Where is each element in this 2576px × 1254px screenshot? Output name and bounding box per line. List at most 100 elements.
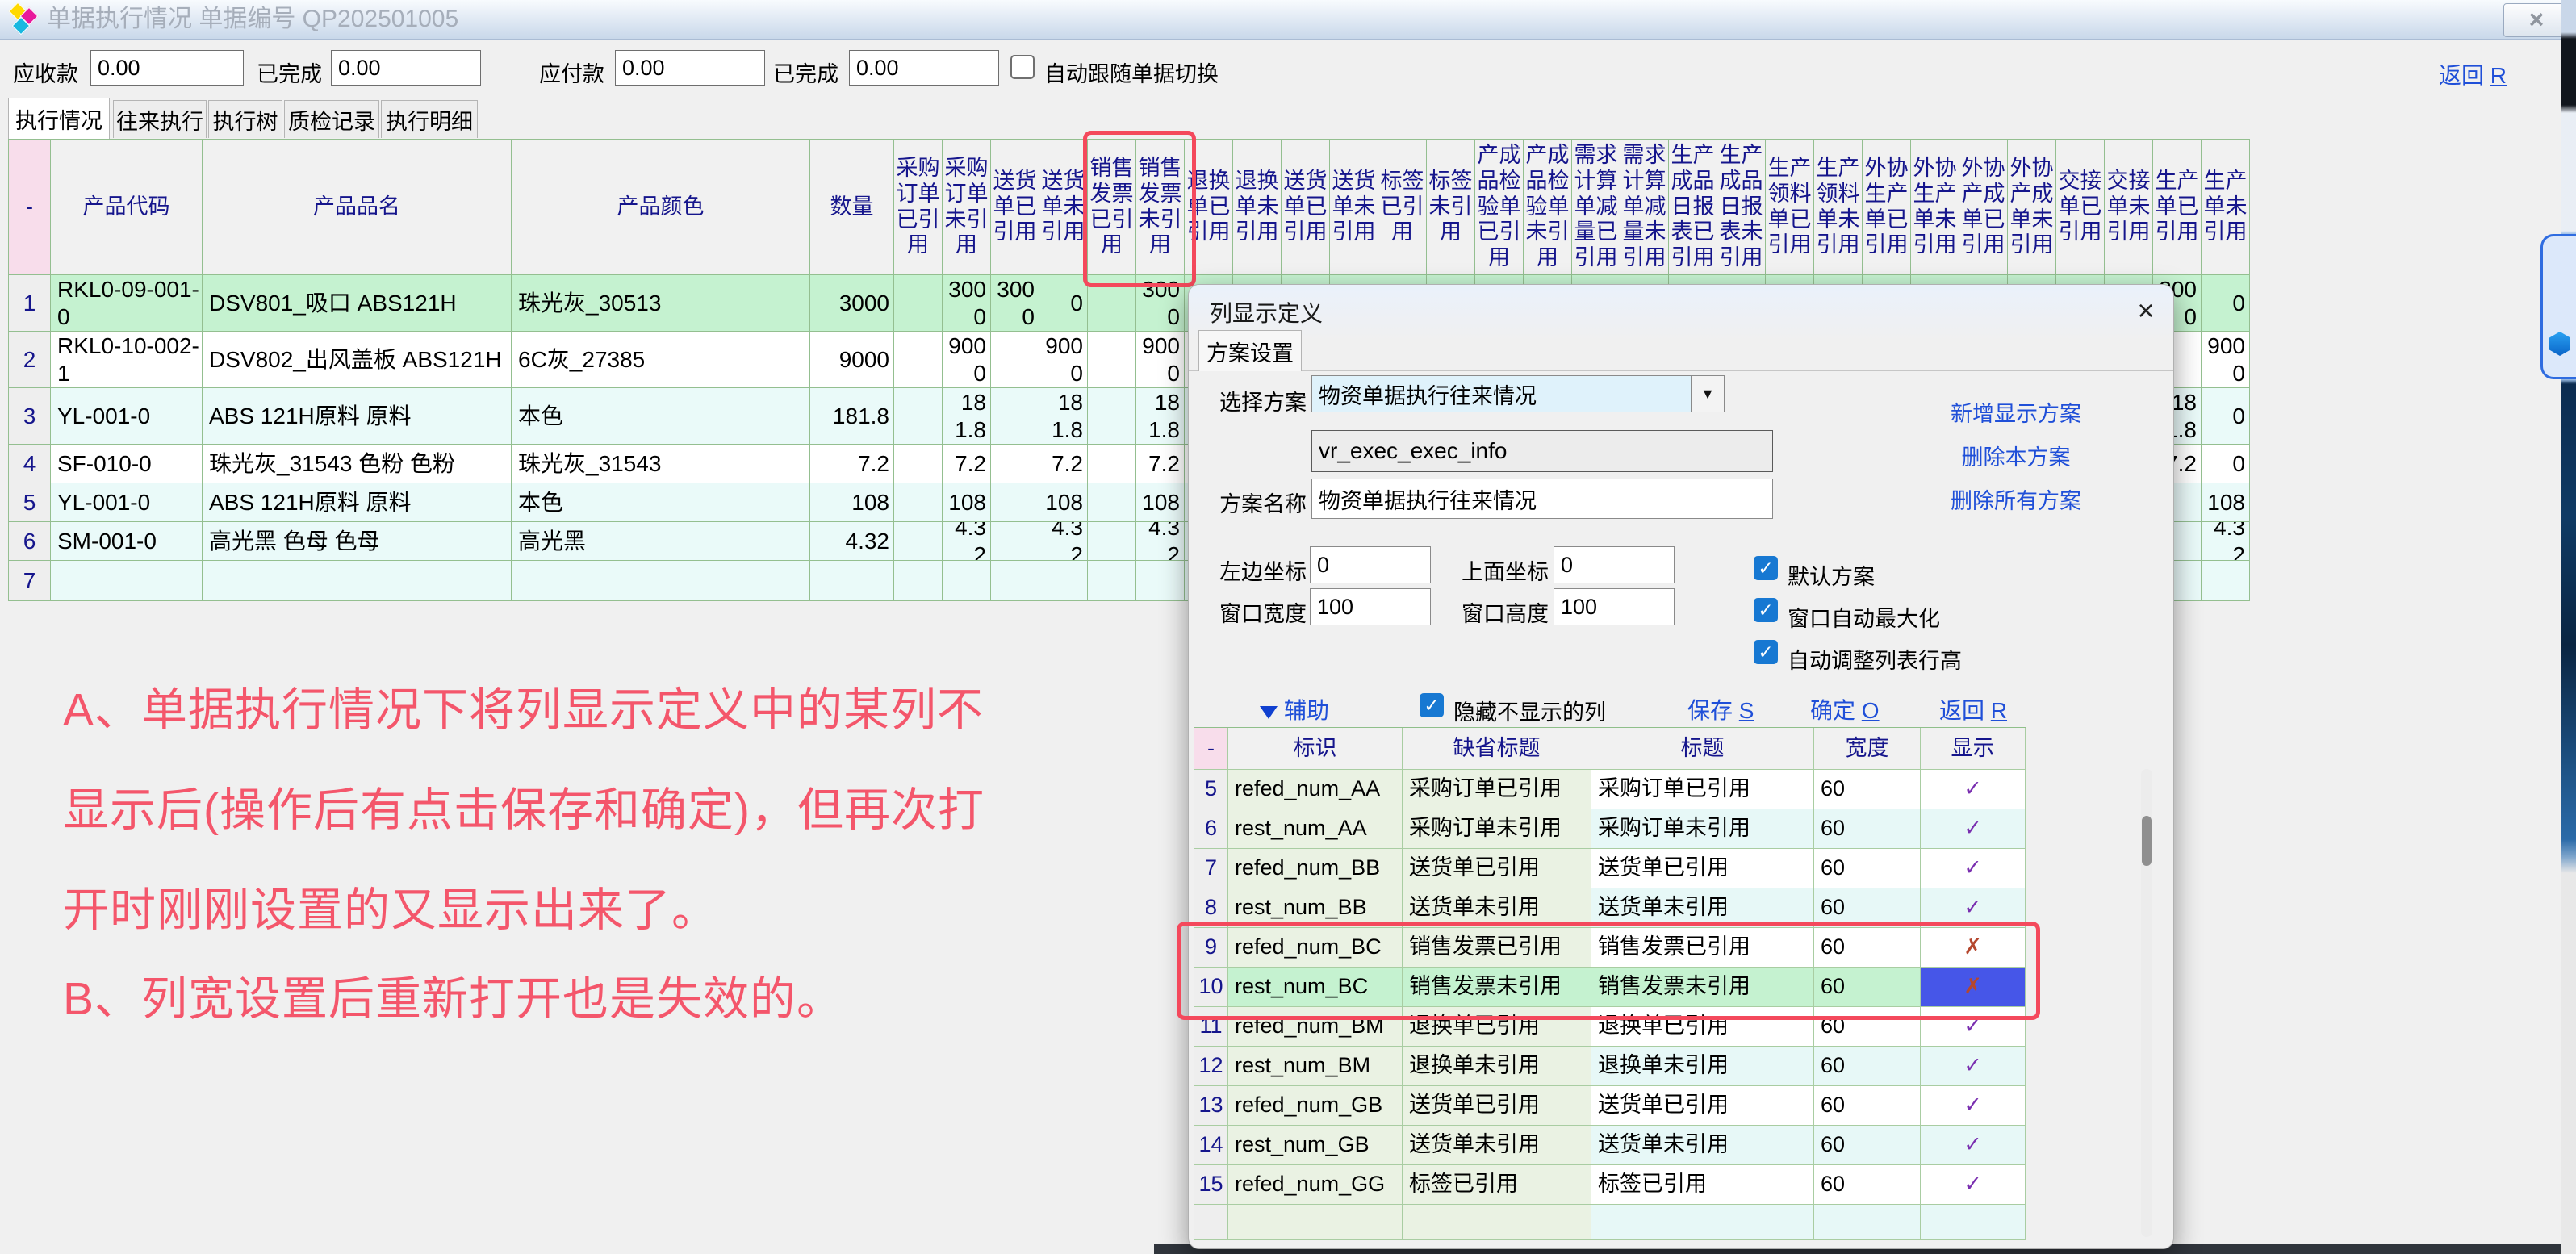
field-id-cell[interactable] <box>1228 1205 1403 1240</box>
visible-flag-cell[interactable]: ✓ <box>1921 849 2026 888</box>
column-header[interactable]: 需求计算单减量未引用 <box>1620 140 1669 275</box>
default-title-cell[interactable]: 退换单已引用 <box>1403 1007 1591 1047</box>
left-coord-input[interactable] <box>1310 546 1431 583</box>
value-cell[interactable]: 108 <box>1136 483 1185 522</box>
column-header[interactable]: 显示 <box>1921 728 2026 770</box>
column-header[interactable]: 送货单未引用 <box>1039 140 1088 275</box>
value-cell[interactable]: 0 <box>2202 388 2250 445</box>
width-cell[interactable]: 60 <box>1814 928 1921 968</box>
column-header[interactable]: 产品颜色 <box>512 140 810 275</box>
value-cell[interactable] <box>1088 445 1136 483</box>
receivable-input[interactable] <box>90 50 244 86</box>
width-cell[interactable]: 60 <box>1814 770 1921 809</box>
value-cell[interactable] <box>991 332 1039 388</box>
value-cell[interactable] <box>991 522 1039 561</box>
column-header[interactable]: - <box>9 140 51 275</box>
value-cell[interactable] <box>1088 483 1136 522</box>
table-row[interactable]: 5refed_num_AA采购订单已引用采购订单已引用60✓ <box>1194 770 2026 809</box>
value-cell[interactable]: 108 <box>943 483 991 522</box>
column-header[interactable]: 标识 <box>1228 728 1403 770</box>
column-header[interactable]: 宽度 <box>1814 728 1921 770</box>
quantity-cell[interactable]: 181.8 <box>810 388 894 445</box>
quantity-cell[interactable] <box>810 561 894 601</box>
field-id-cell[interactable]: refed_num_GG <box>1228 1165 1403 1205</box>
auto-follow-checkbox[interactable] <box>1010 55 1035 79</box>
payable-input[interactable] <box>615 50 765 86</box>
value-cell[interactable]: 108 <box>1039 483 1088 522</box>
default-title-cell[interactable]: 退换单未引用 <box>1403 1047 1591 1086</box>
table-row[interactable] <box>1194 1205 2026 1240</box>
default-title-cell[interactable]: 送货单未引用 <box>1403 1126 1591 1165</box>
column-header[interactable]: 外协生产单已引用 <box>1863 140 1911 275</box>
column-header[interactable]: 退换单已引用 <box>1185 140 1233 275</box>
field-id-cell[interactable]: rest_num_AA <box>1228 809 1403 849</box>
tab-qc-records[interactable]: 质检记录 <box>284 100 379 138</box>
table-row[interactable]: 11refed_num_BM退换单已引用退换单已引用60✓ <box>1194 1007 2026 1047</box>
value-cell[interactable] <box>991 483 1039 522</box>
field-id-cell[interactable]: rest_num_GB <box>1228 1126 1403 1165</box>
scrollbar-thumb[interactable] <box>2142 816 2152 866</box>
column-header[interactable]: 交接单未引用 <box>2105 140 2153 275</box>
column-header[interactable]: 生产单未引用 <box>2202 140 2250 275</box>
column-header[interactable]: 外协生产单未引用 <box>1911 140 1959 275</box>
value-cell[interactable]: 0 <box>1039 275 1088 332</box>
dialog-table-scrollbar[interactable] <box>2141 769 2152 1237</box>
width-cell[interactable]: 60 <box>1814 1165 1921 1205</box>
add-plan-link[interactable]: 新增显示方案 <box>1915 396 2117 428</box>
product-code-cell[interactable]: RKL0-09-001-0 <box>51 275 203 332</box>
value-cell[interactable] <box>894 332 943 388</box>
product-name-cell[interactable]: ABS 121H原料 原料 <box>203 388 512 445</box>
table-row[interactable]: 13refed_num_GB送货单已引用送货单已引用60✓ <box>1194 1086 2026 1126</box>
quantity-cell[interactable]: 3000 <box>810 275 894 332</box>
value-cell[interactable] <box>991 445 1039 483</box>
title-cell[interactable]: 送货单已引用 <box>1591 1086 1814 1126</box>
column-header[interactable]: 外协产成单已引用 <box>1959 140 2008 275</box>
delete-all-plans-link[interactable]: 删除所有方案 <box>1915 483 2117 515</box>
field-id-cell[interactable]: refed_num_BC <box>1228 928 1403 968</box>
visible-flag-cell[interactable]: ✓ <box>1921 809 2026 849</box>
width-cell[interactable]: 60 <box>1814 888 1921 928</box>
value-cell[interactable]: 9000 <box>2202 332 2250 388</box>
visible-flag-cell[interactable]: ✓ <box>1921 888 2026 928</box>
column-header[interactable]: 产品品名 <box>203 140 512 275</box>
save-link[interactable]: 保存 S <box>1687 693 1754 725</box>
value-cell[interactable] <box>1088 522 1136 561</box>
default-title-cell[interactable]: 送货单已引用 <box>1403 1086 1591 1126</box>
title-cell[interactable]: 退换单未引用 <box>1591 1047 1814 1086</box>
product-code-cell[interactable]: YL-001-0 <box>51 388 203 445</box>
default-title-cell[interactable]: 标签已引用 <box>1403 1165 1591 1205</box>
product-code-cell[interactable]: YL-001-0 <box>51 483 203 522</box>
column-header[interactable]: 送货单已引用 <box>991 140 1039 275</box>
column-header[interactable]: 缺省标题 <box>1403 728 1591 770</box>
column-header[interactable]: - <box>1194 728 1228 770</box>
width-cell[interactable]: 60 <box>1814 809 1921 849</box>
visible-flag-cell[interactable] <box>1921 1205 2026 1240</box>
tab-exec-detail[interactable]: 执行明细 <box>381 100 478 138</box>
value-cell[interactable] <box>2202 561 2250 601</box>
value-cell[interactable]: 0 <box>2202 445 2250 483</box>
value-cell[interactable] <box>1088 561 1136 601</box>
product-color-cell[interactable]: 6C灰_27385 <box>512 332 810 388</box>
window-height-input[interactable] <box>1554 588 1675 625</box>
value-cell[interactable]: 3000 <box>991 275 1039 332</box>
column-header[interactable]: 产成品检验单已引用 <box>1475 140 1524 275</box>
width-cell[interactable]: 60 <box>1814 1007 1921 1047</box>
value-cell[interactable]: 181.8 <box>943 388 991 445</box>
column-header[interactable]: 生产领料单已引用 <box>1766 140 1814 275</box>
column-header[interactable]: 需求计算单减量已引用 <box>1572 140 1620 275</box>
table-row[interactable]: 6rest_num_AA采购订单未引用采购订单未引用60✓ <box>1194 809 2026 849</box>
visible-flag-cell[interactable]: ✗ <box>1921 928 2026 968</box>
product-color-cell[interactable] <box>512 561 810 601</box>
value-cell[interactable] <box>894 561 943 601</box>
title-cell[interactable]: 标签已引用 <box>1591 1165 1814 1205</box>
field-id-cell[interactable]: rest_num_BB <box>1228 888 1403 928</box>
value-cell[interactable] <box>1088 388 1136 445</box>
value-cell[interactable]: 0 <box>2202 275 2250 332</box>
value-cell[interactable]: 4.32 <box>1136 522 1185 561</box>
quantity-cell[interactable]: 9000 <box>810 332 894 388</box>
default-plan-checkbox[interactable]: ✓ <box>1754 556 1778 580</box>
hide-columns-checkbox[interactable]: ✓ <box>1420 693 1444 717</box>
chevron-down-icon[interactable]: ▼ <box>1691 376 1724 412</box>
plan-name-input[interactable] <box>1311 479 1773 519</box>
value-cell[interactable]: 9000 <box>1136 332 1185 388</box>
